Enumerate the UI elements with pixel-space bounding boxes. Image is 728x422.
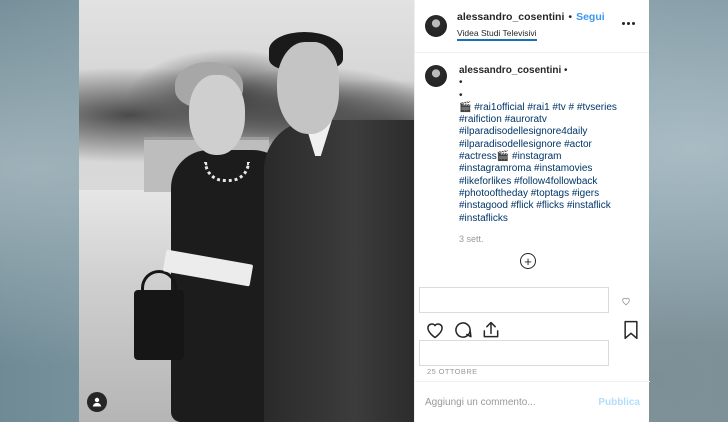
caption-comment: alessandro_cosentini • • • 🎬 #rai1offici… (425, 65, 639, 245)
caption-author-line: alessandro_cosentini • (459, 65, 617, 77)
hashtag-line[interactable]: #actress🎬 #instagram (459, 151, 617, 163)
hashtag-line[interactable]: #raifiction #auroratv (459, 114, 617, 126)
caption-avatar[interactable] (425, 65, 447, 87)
publish-button[interactable]: Pubblica (598, 397, 640, 408)
post-header: alessandro_cosentini • Segui Videa Studi… (415, 0, 649, 53)
comment-input[interactable]: Aggiungi un commento... (425, 397, 598, 408)
comment-heart-icon[interactable] (621, 296, 631, 309)
separator-dot: • (568, 11, 573, 23)
comments-section: alessandro_cosentini • • • 🎬 #rai1offici… (415, 53, 649, 283)
photo-woman-head (189, 75, 245, 155)
caption-time-ago: 3 sett. (459, 233, 484, 244)
post-actions (425, 320, 640, 342)
follow-button[interactable]: Segui (576, 11, 605, 23)
likes-field (419, 340, 609, 366)
instagram-post-modal: alessandro_cosentini • Segui Videa Studi… (79, 0, 650, 422)
caption-bullet: • (459, 89, 463, 101)
header-line: alessandro_cosentini • Segui (457, 11, 639, 23)
username-link[interactable]: alessandro_cosentini (457, 11, 564, 23)
hashtag-line[interactable]: 🎬 #rai1official #rai1 #tv # #tvseries (459, 102, 617, 114)
hashtag-line[interactable]: #likeforlikes #follow4followback (459, 176, 617, 188)
hashtag-line[interactable]: #instagood #flick #flicks #instaflick (459, 200, 617, 212)
header-text: alessandro_cosentini • Segui Videa Studi… (457, 11, 639, 41)
caption-author-suffix: • (564, 65, 568, 76)
caption-author[interactable]: alessandro_cosentini (459, 65, 561, 76)
load-more-comments-button[interactable]: + (520, 253, 536, 269)
post-side-panel: alessandro_cosentini • Segui Videa Studi… (414, 0, 650, 422)
more-horizontal-icon[interactable] (622, 22, 635, 25)
hashtag-line[interactable]: #ilparadisodellesignore #actor (459, 139, 617, 151)
caption-bullet: • (459, 77, 463, 89)
photo-man-head (277, 42, 339, 134)
hashtag-line[interactable]: #ilparadisodellesignore4daily (459, 126, 617, 138)
hashtag-line[interactable]: #instagramroma #instamovies (459, 163, 617, 175)
photo-handbag (134, 290, 184, 360)
bookmark-icon[interactable] (622, 320, 640, 345)
caption-hashtags[interactable]: 🎬 #rai1official #rai1 #tv # #tvseries #r… (459, 102, 617, 225)
post-photo[interactable] (79, 0, 414, 422)
add-comment-bar: Aggiungi un commento... Pubblica (415, 381, 650, 422)
user-tag-icon[interactable] (87, 392, 107, 412)
location-link[interactable]: Videa Studi Televisivi (457, 28, 537, 41)
comment-reply-field[interactable] (419, 287, 609, 313)
post-date: 25 OTTOBRE (427, 367, 478, 376)
hashtag-line[interactable]: #instaflicks (459, 213, 617, 225)
caption-body: alessandro_cosentini • • • 🎬 #rai1offici… (459, 65, 617, 245)
avatar[interactable] (425, 15, 447, 37)
plus-icon: + (524, 253, 532, 269)
hashtag-line[interactable]: #photooftheday #toptags #igers (459, 188, 617, 200)
photo-man (264, 120, 414, 422)
